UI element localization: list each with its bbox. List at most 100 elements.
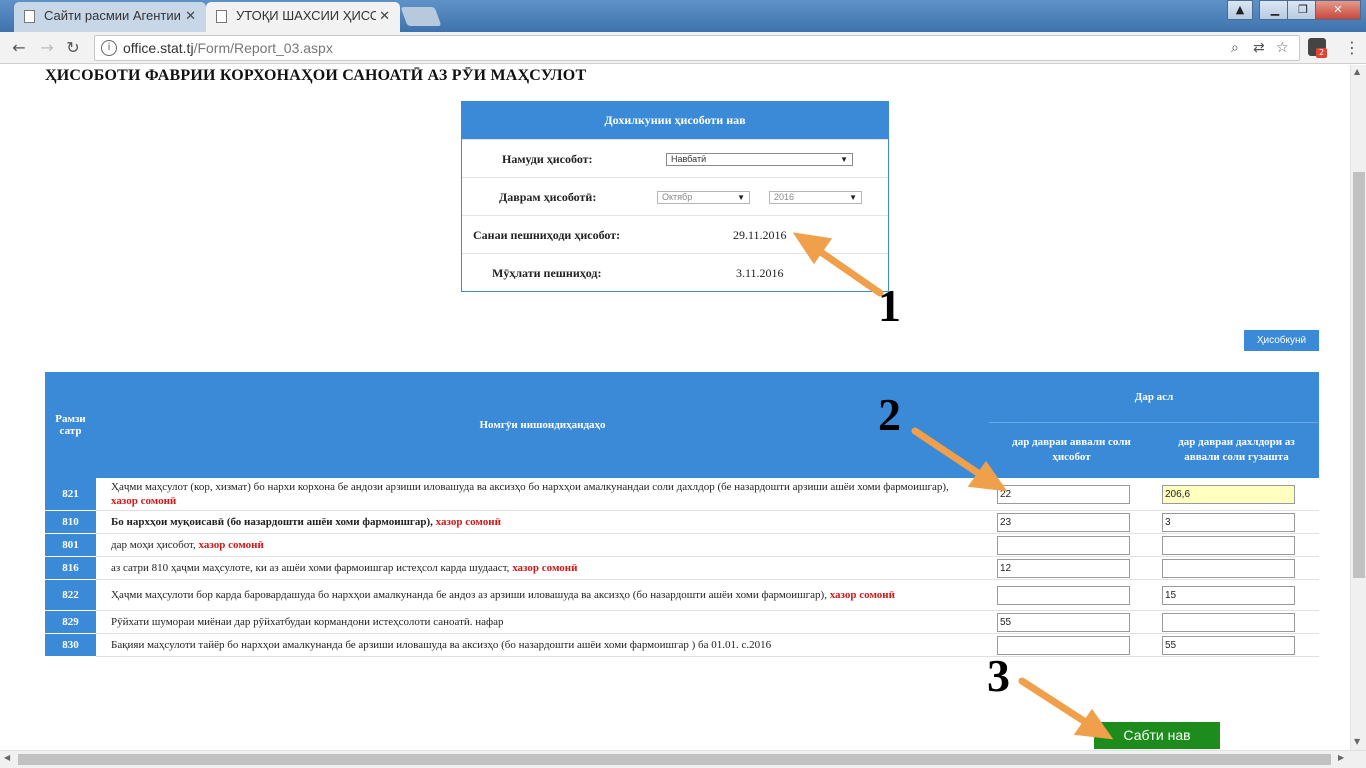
new-tab-button[interactable] xyxy=(400,7,442,26)
col-previous-header: дар давраи дахлдори аз аввали соли гузаш… xyxy=(1154,421,1319,478)
previous-period-input[interactable] xyxy=(1162,612,1295,632)
report-info-panel: Дохилкунии ҳисоботи нав Намуди ҳисобот: … xyxy=(461,101,889,292)
star-icon[interactable]: ☆ xyxy=(1276,39,1289,57)
current-period-input[interactable]: 22 xyxy=(997,484,1130,504)
horizontal-scrollbar[interactable]: ◀ ▶ xyxy=(0,750,1366,768)
scroll-up-icon[interactable]: ▲ xyxy=(1354,67,1360,76)
row-previous-cell xyxy=(1154,610,1319,634)
row-code: 822 xyxy=(45,579,96,611)
row-name-cell: аз сатри 810 ҳаҷми маҳсулоте, ки аз ашёи… xyxy=(96,556,989,580)
row-name-cell: Бо нархҳои муқоисавӣ (бо назардошти ашёи… xyxy=(96,510,989,534)
vertical-scrollbar[interactable]: ▲ ▼ xyxy=(1350,65,1366,750)
period-year-select[interactable]: 2016 ▼ xyxy=(769,191,862,204)
row-previous-cell: 55 xyxy=(1154,633,1319,657)
previous-period-input[interactable]: 206,6 xyxy=(1162,484,1295,504)
scroll-down-icon[interactable]: ▼ xyxy=(1354,737,1360,746)
row-previous-cell xyxy=(1154,533,1319,557)
back-icon[interactable]: ← xyxy=(8,37,30,59)
row-name: аз сатри 810 ҳаҷми маҳсулоте, ки аз ашёи… xyxy=(111,562,510,574)
row-name-cell: Рӯйхати шумораи миёнаи дар рӯйхатбудаи к… xyxy=(96,610,989,634)
tab-agency-site[interactable]: Сайти расмии Агентии ✕ xyxy=(14,2,206,32)
col-current-header: дар давраи аввали соли ҳисобот xyxy=(989,421,1154,478)
row-code: 801 xyxy=(45,533,96,557)
previous-period-input[interactable] xyxy=(1162,558,1295,578)
annotation-number-1: 1 xyxy=(878,280,901,331)
report-type-select[interactable]: Навбатӣ ▼ xyxy=(666,153,853,166)
close-window-button[interactable]: ✕ xyxy=(1315,0,1361,20)
deadline-label: Мӯҳлати пешниҳод: xyxy=(492,266,602,280)
previous-period-input[interactable] xyxy=(1162,535,1295,555)
close-tab-icon[interactable]: ✕ xyxy=(185,2,196,30)
row-code: 821 xyxy=(45,478,96,511)
row-name: Рӯйхати шумораи миёнаи дар рӯйхатбудаи к… xyxy=(111,616,504,628)
forward-icon[interactable]: → xyxy=(36,37,58,59)
table-row: 816 аз сатри 810 ҳаҷми маҳсулоте, ки аз а… xyxy=(45,556,1319,580)
url-host: office.stat.tj xyxy=(123,40,194,56)
current-period-input[interactable] xyxy=(997,635,1130,655)
tab-report[interactable]: УТОҚИ ШАХСИИ ҲИСО ✕ xyxy=(206,2,400,32)
previous-period-input[interactable]: 55 xyxy=(1162,635,1295,655)
row-name: Ҳаҷми маҳсулоти бор карда баровардашуда … xyxy=(111,589,827,601)
scroll-left-icon[interactable]: ◀ xyxy=(4,753,10,762)
scroll-right-icon[interactable]: ▶ xyxy=(1338,753,1344,762)
deadline-value: 3.11.2016 xyxy=(736,266,784,280)
report-period-label: Даврам ҳисоботӣ: xyxy=(499,190,597,204)
row-code: 816 xyxy=(45,556,96,580)
extension-badge: 2 xyxy=(1316,48,1327,58)
panel-header: Дохилкунии ҳисоботи нав xyxy=(462,102,888,139)
deadline-row: Мӯҳлати пешниҳод: 3.11.2016 xyxy=(462,253,888,291)
chevron-down-icon: ▼ xyxy=(737,193,745,202)
annotation-number-3: 3 xyxy=(987,650,1010,701)
zoom-icon[interactable]: ⌕ xyxy=(1231,39,1239,57)
report-type-value: Навбатӣ xyxy=(671,154,707,164)
reload-icon[interactable]: ↻ xyxy=(62,37,84,59)
tab-label: Сайти расмии Агентии xyxy=(44,8,181,23)
table-row: 829 Рӯйхати шумораи миёнаи дар рӯйхатбуда… xyxy=(45,610,1319,634)
row-unit: хазор сомонӣ xyxy=(829,589,895,601)
row-code: 829 xyxy=(45,610,96,634)
extension-icon[interactable]: 2 xyxy=(1308,38,1327,58)
row-name: дар моҳи ҳисобот, xyxy=(111,539,196,551)
save-button[interactable]: Сабти нав xyxy=(1094,722,1220,749)
current-period-input[interactable]: 23 xyxy=(997,512,1130,532)
submit-date-value: 29.11.2016 xyxy=(733,228,787,242)
translate-icon[interactable]: ⇄ xyxy=(1253,39,1265,57)
row-previous-cell: 15 xyxy=(1154,579,1319,611)
table-row: 810 Бо нархҳои муқоисавӣ (бо назардошти а… xyxy=(45,510,1319,534)
menu-icon[interactable]: ⋮ xyxy=(1344,38,1360,58)
calculate-button[interactable]: Ҳисобкунӣ xyxy=(1244,330,1319,351)
col-name-header: Номгӯи нишондиҳандаҳо xyxy=(96,372,989,478)
address-bar[interactable]: i office.stat.tj/Form/Report_03.aspx ⌕ ⇄… xyxy=(94,35,1300,61)
current-period-input[interactable] xyxy=(997,535,1130,555)
row-name-cell: дар моҳи ҳисобот, хазор сомонӣ xyxy=(96,533,989,557)
current-period-input[interactable] xyxy=(997,585,1130,605)
col-group-header: Дар асл xyxy=(989,372,1319,422)
row-current-cell: 12 xyxy=(989,556,1154,580)
browser-toolbar: ← → ↻ i office.stat.tj/Form/Report_03.as… xyxy=(0,32,1366,64)
current-period-input[interactable]: 55 xyxy=(997,612,1130,632)
row-current-cell: 55 xyxy=(989,610,1154,634)
info-icon[interactable]: i xyxy=(101,40,117,56)
previous-period-input[interactable]: 15 xyxy=(1162,585,1295,605)
close-tab-icon[interactable]: ✕ xyxy=(379,2,390,30)
report-type-row: Намуди ҳисобот: Навбатӣ ▼ xyxy=(462,139,888,177)
url-path: /Form/Report_03.aspx xyxy=(193,40,333,56)
previous-period-input[interactable]: 3 xyxy=(1162,512,1295,532)
row-code: 830 xyxy=(45,633,96,657)
page-content: ҲИСОБОТИ ФАВРИИ КОРХОНАҲОИ САНОАТӢ АЗ РӮ… xyxy=(0,65,1350,750)
table-row: 822 Ҳаҷми маҳсулоти бор карда баровардашу… xyxy=(45,579,1319,611)
period-year-value: 2016 xyxy=(774,192,795,202)
row-current-cell: 23 xyxy=(989,510,1154,534)
current-period-input[interactable]: 12 xyxy=(997,558,1130,578)
report-table: Рамзи сатр Номгӯи нишондиҳандаҳо Дар асл… xyxy=(45,372,1319,657)
user-icon[interactable]: ▲ xyxy=(1227,0,1253,20)
row-unit: хазор сомонӣ xyxy=(435,516,501,528)
browser-titlebar: Сайти расмии Агентии ✕ УТОҚИ ШАХСИИ ҲИСО… xyxy=(0,0,1366,32)
row-name: Ҳаҷми маҳсулот (кор, хизмат) бо нархи ко… xyxy=(111,481,949,493)
submit-date-label: Санаи пешниҳоди ҳисобот: xyxy=(473,228,621,242)
horizontal-scroll-thumb[interactable] xyxy=(18,754,1331,765)
period-month-select[interactable]: Октябр ▼ xyxy=(657,191,750,204)
row-name: Бо нархҳои муқоисавӣ (бо назардошти ашёи… xyxy=(111,516,433,528)
vertical-scroll-thumb[interactable] xyxy=(1353,172,1365,578)
row-name-cell: Бақияи маҳсулоти тайёр бо нархҳои амалку… xyxy=(96,633,989,657)
